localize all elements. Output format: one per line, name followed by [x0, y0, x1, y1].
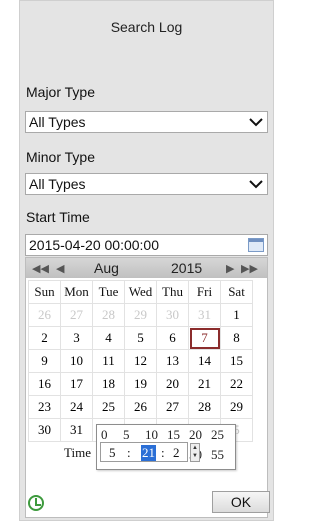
calendar-day[interactable]: 25 — [92, 395, 125, 419]
calendar-day[interactable]: 13 — [156, 349, 189, 373]
minute-row-1: 0 5 10 15 20 25 — [101, 427, 233, 443]
calendar-day[interactable]: 27 — [60, 303, 93, 327]
calendar-header: ◀◀ ◀ Aug 2015 ▶ ▶▶ — [26, 258, 267, 278]
weekday-header: Mon — [60, 280, 93, 304]
calendar-month[interactable]: Aug — [94, 260, 119, 276]
weekday-header: Sun — [28, 280, 61, 304]
calendar-day[interactable]: 14 — [188, 349, 221, 373]
second-value[interactable]: 2 — [173, 445, 180, 461]
calendar-day[interactable]: 2 — [28, 326, 61, 350]
calendar-day[interactable]: 26 — [28, 303, 61, 327]
calendar-day[interactable]: 20 — [156, 372, 189, 396]
calendar-day[interactable]: 30 — [156, 303, 189, 327]
clock-icon[interactable] — [28, 495, 44, 511]
calendar-grid: Sun Mon Tue Wed Thu Fri Sat 26 27 28 29 30 31 1 2 3 4 5 6… — [28, 280, 253, 442]
weekday-header: Fri — [188, 280, 221, 304]
major-type-value: All Types — [29, 114, 86, 130]
weekday-header: Thu — [156, 280, 189, 304]
weekday-row: Sun Mon Tue Wed Thu Fri Sat — [28, 280, 253, 304]
major-type-select[interactable]: All Types — [25, 111, 268, 133]
start-time-value: 2015-04-20 00:00:00 — [29, 237, 159, 253]
minute-option[interactable]: 5 — [123, 427, 145, 443]
calendar-week-row: 23 24 25 26 27 28 29 — [28, 395, 253, 419]
minute-option[interactable]: 25 — [211, 427, 233, 443]
chevron-down-icon — [249, 180, 263, 189]
calendar-day[interactable]: 31 — [188, 303, 221, 327]
calendar-day[interactable]: 23 — [28, 395, 61, 419]
weekday-header: Tue — [92, 280, 125, 304]
time-label: Time — [64, 445, 91, 460]
minute-option[interactable]: 10 — [145, 427, 167, 443]
weekday-header: Wed — [124, 280, 157, 304]
minor-type-value: All Types — [29, 176, 86, 192]
calendar-day[interactable]: 19 — [124, 372, 157, 396]
day-grid: 26 27 28 29 30 31 1 2 3 4 5 6 7 8 9 10 11 12 13 14 15 16 17 18 1… — [28, 303, 253, 442]
prev-year-icon[interactable]: ◀◀ — [32, 262, 49, 275]
minute-option[interactable]: 0 — [101, 427, 123, 443]
time-separator: : — [127, 445, 131, 460]
calendar-day[interactable]: 11 — [92, 349, 125, 373]
time-separator: : — [161, 445, 165, 460]
calendar-day[interactable]: 10 — [60, 349, 93, 373]
minute-option[interactable]: 15 — [167, 427, 189, 443]
next-year-icon[interactable]: ▶▶ — [241, 262, 258, 275]
calendar-week-row: 16 17 18 19 20 21 22 — [28, 372, 253, 396]
minor-type-select[interactable]: All Types — [25, 173, 268, 195]
major-type-label: Major Type — [26, 84, 95, 100]
calendar-day[interactable]: 9 — [28, 349, 61, 373]
time-input[interactable]: 5 : 21 : 2 — [100, 442, 188, 462]
panel-title: Search Log — [110, 19, 183, 35]
time-row: Time 5 : 21 : 2 ▲ ▼ — [20, 442, 273, 464]
weekday-header: Sat — [220, 280, 253, 304]
minor-type-label: Minor Type — [26, 149, 95, 165]
calendar-week-row: 2345678 — [28, 326, 253, 350]
calendar-day[interactable]: 1 — [220, 303, 253, 327]
calendar-day[interactable]: 27 — [156, 395, 189, 419]
calendar-day[interactable]: 26 — [124, 395, 157, 419]
calendar-day[interactable]: 7 — [188, 326, 221, 350]
calendar-week-row: 9 10 11 12 13 14 15 — [28, 349, 253, 373]
calendar-day[interactable]: 5 — [124, 326, 157, 350]
calendar-day[interactable]: 28 — [92, 303, 125, 327]
minute-option[interactable]: 20 — [189, 427, 211, 443]
calendar-day[interactable]: 18 — [92, 372, 125, 396]
minute-value[interactable]: 21 — [141, 445, 156, 461]
calendar-day[interactable]: 31 — [60, 418, 93, 442]
calendar-day[interactable]: 6 — [156, 326, 189, 350]
calendar-day[interactable]: 3 — [60, 326, 93, 350]
calendar-day[interactable]: 21 — [188, 372, 221, 396]
calendar-day[interactable]: 28 — [188, 395, 221, 419]
search-log-panel: Search Log Major Type All Types Minor Ty… — [19, 0, 274, 521]
calendar-year[interactable]: 2015 — [171, 260, 202, 276]
start-time-label: Start Time — [26, 209, 90, 225]
calendar-day[interactable]: 29 — [124, 303, 157, 327]
calendar-day[interactable]: 24 — [60, 395, 93, 419]
calendar-footer: OK — [20, 491, 273, 519]
calendar-day[interactable]: 15 — [220, 349, 253, 373]
next-month-icon[interactable]: ▶ — [226, 262, 234, 275]
calendar-day[interactable]: 30 — [28, 418, 61, 442]
time-spinner[interactable]: ▲ ▼ — [190, 443, 200, 462]
calendar-day[interactable]: 12 — [124, 349, 157, 373]
calendar-week-row: 26 27 28 29 30 31 1 — [28, 303, 253, 327]
chevron-down-icon — [249, 118, 263, 127]
start-time-input[interactable]: 2015-04-20 00:00:00 — [25, 234, 268, 256]
calendar-day[interactable]: 8 — [220, 326, 253, 350]
hour-value[interactable]: 5 — [109, 445, 116, 461]
calendar-icon[interactable] — [248, 238, 264, 252]
ok-button[interactable]: OK — [212, 491, 270, 513]
calendar-day[interactable]: 29 — [220, 395, 253, 419]
calendar-day[interactable]: 22 — [220, 372, 253, 396]
calendar-day[interactable]: 4 — [92, 326, 125, 350]
date-picker: ◀◀ ◀ Aug 2015 ▶ ▶▶ Sun Mon Tue Wed Thu Fri Sat… — [25, 257, 268, 518]
calendar-day[interactable]: 17 — [60, 372, 93, 396]
prev-month-icon[interactable]: ◀ — [56, 262, 64, 275]
calendar-day[interactable]: 16 — [28, 372, 61, 396]
